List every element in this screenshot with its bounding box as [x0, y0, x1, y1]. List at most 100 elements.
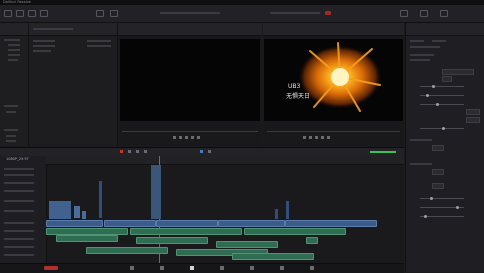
jump-start-icon[interactable] [173, 136, 176, 139]
track-header[interactable] [4, 246, 34, 248]
video-clip[interactable] [151, 165, 161, 219]
inspector-tab-audio[interactable] [432, 40, 446, 42]
fairlight-page-icon[interactable] [280, 266, 284, 270]
bin-item[interactable] [8, 44, 20, 46]
marker-red-icon[interactable] [120, 150, 123, 153]
inspector-icon[interactable] [440, 10, 448, 17]
blur-slider-knob[interactable] [424, 215, 427, 218]
audio-clip[interactable] [244, 228, 346, 235]
audio-clip[interactable] [56, 235, 118, 242]
stroke-color-swatch[interactable] [432, 145, 444, 151]
tracking-slider-knob[interactable] [426, 94, 429, 97]
mixer-icon[interactable] [400, 10, 408, 17]
linked-selection-icon[interactable] [208, 150, 211, 153]
clip-row[interactable] [33, 50, 51, 52]
bin-item[interactable] [8, 54, 20, 56]
source-scrubber[interactable] [122, 131, 258, 132]
column-header[interactable] [33, 28, 73, 30]
bin-item[interactable] [8, 49, 20, 51]
snapping-icon[interactable] [200, 150, 203, 153]
bin-item[interactable] [8, 59, 18, 61]
track-header[interactable] [4, 254, 34, 256]
smart-bin-item[interactable] [6, 135, 16, 137]
video-clip[interactable] [49, 201, 71, 219]
background-color-swatch[interactable] [432, 183, 444, 189]
clip-row[interactable] [33, 40, 55, 42]
line-spacing-slider-knob[interactable] [436, 103, 439, 106]
track-header[interactable] [4, 168, 34, 170]
jump-start-icon[interactable] [303, 136, 306, 139]
video-clip[interactable] [46, 220, 103, 227]
stop-icon[interactable] [185, 136, 188, 139]
metadata-icon[interactable] [420, 10, 428, 17]
color-swatch[interactable] [442, 76, 452, 82]
opacity-slider-knob[interactable] [456, 206, 459, 209]
sound-library-icon[interactable] [40, 10, 48, 17]
font-dropdown[interactable] [442, 69, 474, 75]
offset-slider-knob[interactable] [430, 197, 433, 200]
source-viewer-frame[interactable] [120, 39, 260, 121]
video-clip[interactable] [218, 220, 285, 227]
video-clip[interactable] [99, 181, 102, 218]
color-page-icon[interactable] [250, 266, 254, 270]
audio-clip[interactable] [86, 247, 168, 254]
edit-index-icon[interactable] [28, 10, 36, 17]
track-header[interactable] [4, 200, 34, 202]
blade-tool-icon[interactable] [144, 150, 147, 153]
cut-page-icon[interactable] [160, 266, 164, 270]
audio-clip[interactable] [46, 228, 128, 235]
play-icon[interactable] [321, 136, 324, 139]
audio-clip[interactable] [130, 228, 242, 235]
position-field[interactable] [466, 117, 480, 123]
audio-clip[interactable] [306, 237, 318, 244]
deliver-page-icon[interactable] [310, 266, 314, 270]
track-header[interactable] [4, 210, 34, 212]
inspector-tab-video[interactable] [410, 40, 424, 42]
video-clip[interactable] [74, 206, 80, 218]
audio-clip[interactable] [136, 237, 208, 244]
reverse-icon[interactable] [179, 136, 182, 139]
video-clip[interactable] [104, 220, 156, 227]
reverse-icon[interactable] [309, 136, 312, 139]
track-header[interactable] [4, 230, 34, 232]
media-page-icon[interactable] [130, 266, 134, 270]
track-header[interactable] [4, 238, 34, 240]
play-icon[interactable] [191, 136, 194, 139]
stop-icon[interactable] [315, 136, 318, 139]
size-slider-knob[interactable] [432, 85, 435, 88]
video-clip[interactable] [285, 220, 377, 227]
track-header[interactable] [4, 182, 34, 184]
fusion-page-icon[interactable] [220, 266, 224, 270]
zoom-slider-knob[interactable] [442, 127, 445, 130]
offset-slider[interactable] [420, 198, 464, 199]
video-clip[interactable] [82, 211, 86, 219]
jump-end-icon[interactable] [327, 136, 330, 139]
selection-tool-icon[interactable] [128, 150, 131, 153]
bin-item[interactable] [4, 39, 20, 41]
track-header[interactable] [4, 190, 34, 192]
effects-icon[interactable] [16, 10, 24, 17]
audio-clip[interactable] [232, 253, 314, 260]
line-spacing-slider[interactable] [420, 104, 464, 105]
timeline-viewer-frame[interactable]: UB3 无惧天日 [264, 39, 403, 121]
timeline-scrubber[interactable] [267, 131, 400, 132]
timeline-ruler[interactable] [46, 156, 404, 263]
drop-shadow-color-swatch[interactable] [432, 169, 444, 175]
video-clip[interactable] [275, 209, 278, 219]
source-viewer-mode-icon[interactable] [96, 10, 104, 17]
track-header[interactable] [4, 222, 34, 224]
smart-bin-item[interactable] [6, 111, 16, 113]
size-slider[interactable] [420, 86, 464, 87]
clip-row[interactable] [33, 45, 55, 47]
alignment-field[interactable] [466, 109, 480, 115]
video-clip[interactable] [156, 220, 218, 227]
trim-tool-icon[interactable] [136, 150, 139, 153]
audio-clip[interactable] [216, 241, 278, 248]
timeline-viewer-mode-icon[interactable] [110, 10, 118, 17]
jump-end-icon[interactable] [197, 136, 200, 139]
video-clip[interactable] [286, 201, 289, 219]
track-header[interactable] [4, 174, 34, 176]
smart-bin-item[interactable] [6, 140, 16, 142]
media-pool-icon[interactable] [4, 10, 12, 17]
edit-page-icon[interactable] [190, 266, 194, 270]
